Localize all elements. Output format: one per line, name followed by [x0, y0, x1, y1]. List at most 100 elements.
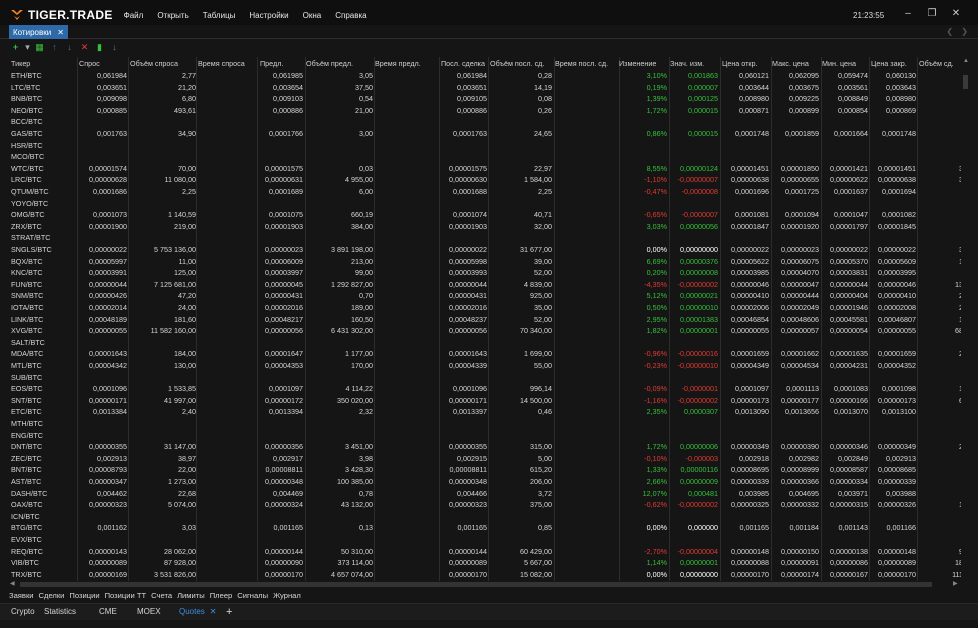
minimize-icon[interactable]: –: [903, 9, 913, 19]
chevron-left-icon[interactable]: ❮: [946, 27, 953, 36]
column-header[interactable]: Время посл. сд.: [555, 57, 617, 70]
tab-scroll-arrows[interactable]: ❮ ❯: [946, 27, 968, 36]
table-row[interactable]: ETC/BTC 0,0013384 2,40 0,0013394 2,32 0,00133…: [9, 406, 970, 418]
sort-icon[interactable]: ↓: [108, 42, 121, 53]
table-row[interactable]: SALT/BTC: [9, 337, 970, 349]
scroll-right-icon[interactable]: ▶: [953, 580, 958, 587]
menu-item[interactable]: Таблицы: [203, 11, 236, 20]
table-row[interactable]: EVX/BTC: [9, 534, 970, 546]
add-icon[interactable]: +: [9, 42, 22, 53]
menu-item[interactable]: Настройки: [249, 11, 288, 20]
grid-add-icon[interactable]: ▦: [33, 42, 46, 53]
menu-item[interactable]: Файл: [124, 11, 144, 20]
table-row[interactable]: OMG/BTC 0,0001073 1 140,59 0,0001075 660,19 0…: [9, 209, 970, 221]
table-row[interactable]: FUN/BTC 0,00000044 7 125 681,00 0,00000045 1…: [9, 279, 970, 291]
workspace-tab-statistics[interactable]: Statistics: [41, 604, 79, 621]
table-row[interactable]: OAX/BTC 0,00000323 5 074,00 0,00000324 43 13…: [9, 499, 970, 511]
table-row[interactable]: SUB/BTC: [9, 372, 970, 384]
table-row[interactable]: BCC/BTC: [9, 116, 970, 128]
horizontal-scrollbar[interactable]: ◀ ▶: [9, 581, 961, 588]
horizontal-scroll-thumb[interactable]: [20, 582, 932, 587]
column-header[interactable]: Изменение: [619, 57, 667, 70]
table-row[interactable]: XVG/BTC 0,00000055 11 582 160,00 0,00000056…: [9, 325, 970, 337]
table-row[interactable]: QTUM/BTC 0,0001686 2,25 0,0001689 6,00 0,0001…: [9, 186, 970, 198]
column-header[interactable]: Цена откр.: [722, 57, 769, 70]
table-row[interactable]: SNM/BTC 0,00000426 47,20 0,00000431 0,70 0,00…: [9, 290, 970, 302]
scroll-up-icon[interactable]: ▲: [963, 58, 969, 64]
column-header[interactable]: Мин. цена: [822, 57, 868, 70]
column-header[interactable]: Цена закр.: [871, 57, 916, 70]
vertical-scrollbar[interactable]: ▲: [961, 57, 970, 581]
table-row[interactable]: MCO/BTC: [9, 151, 970, 163]
column-header[interactable]: Объём предл.: [306, 57, 373, 70]
table-row[interactable]: BNT/BTC 0,00008793 22,00 0,00008811 3 428,30…: [9, 464, 970, 476]
table-row[interactable]: TRX/BTC 0,00000169 3 531 826,00 0,00000170 4…: [9, 569, 970, 581]
column-header[interactable]: Спрос: [79, 57, 127, 70]
menu-item[interactable]: Окна: [303, 11, 322, 20]
table-row[interactable]: ZRX/BTC 0,00001900 219,00 0,00001903 384,00 0…: [9, 221, 970, 233]
menu-item[interactable]: Справка: [335, 11, 366, 20]
table-row[interactable]: BTG/BTC 0,001162 3,03 0,001165 0,13 0,001165 0…: [9, 522, 970, 534]
column-header[interactable]: Макс. цена: [772, 57, 819, 70]
table-row[interactable]: GAS/BTC 0,001763 34,90 0,0001766 3,00 0,00017…: [9, 128, 970, 140]
table-row[interactable]: DNT/BTC 0,00000355 31 147,00 0,00000356 3 45…: [9, 441, 970, 453]
panel-tab[interactable]: Позиции: [69, 590, 99, 602]
table-row[interactable]: BNB/BTC 0,009098 6,80 0,009103 0,54 0,009105 0…: [9, 93, 970, 105]
column-header[interactable]: Посл. сделка: [441, 57, 487, 70]
table-row[interactable]: HSR/BTC: [9, 140, 970, 152]
panel-tab[interactable]: Плеер: [210, 590, 233, 602]
table-row[interactable]: EOS/BTC 0,0001096 1 533,85 0,0001097 4 114,2…: [9, 383, 970, 395]
table-row[interactable]: SNT/BTC 0,00000171 41 997,00 0,00000172 350 …: [9, 395, 970, 407]
table-row[interactable]: SNGLS/BTC 0,00000022 5 753 136,00 0,0000002…: [9, 244, 970, 256]
table-row[interactable]: MDA/BTC 0,00001643 184,00 0,00001647 1 177,0…: [9, 348, 970, 360]
delete-icon[interactable]: ▮: [93, 42, 106, 53]
column-header[interactable]: Знач. изм.: [670, 57, 718, 70]
column-header[interactable]: Объём сд.: [919, 57, 963, 70]
table-row[interactable]: LRC/BTC 0,00000628 11 080,00 0,00000631 4 95…: [9, 174, 970, 186]
menu-item[interactable]: Открыть: [157, 11, 188, 20]
table-row[interactable]: MTH/BTC: [9, 418, 970, 430]
add-workspace-icon[interactable]: +: [226, 604, 232, 620]
panel-tab[interactable]: Лимиты: [177, 590, 205, 602]
table-row[interactable]: IOTA/BTC 0,00002014 24,00 0,00002016 189,00 0…: [9, 302, 970, 314]
table-row[interactable]: KNC/BTC 0,00003991 125,00 0,00003997 99,00 0,…: [9, 267, 970, 279]
remove-icon[interactable]: ✕: [78, 42, 91, 53]
panel-tab[interactable]: Позиции ТТ: [105, 590, 147, 602]
column-header[interactable]: Тикер: [11, 57, 79, 70]
panel-tab[interactable]: Заявки: [9, 590, 34, 602]
panel-tab[interactable]: Счета: [151, 590, 172, 602]
column-header[interactable]: Объём спроса: [130, 57, 196, 70]
tab-quotes[interactable]: Котировки ✕: [9, 25, 68, 39]
vertical-scroll-thumb[interactable]: [963, 75, 968, 89]
table-row[interactable]: MTL/BTC 0,00004342 130,00 0,00004353 170,00 0…: [9, 360, 970, 372]
column-header[interactable]: Объём посл. сд.: [490, 57, 552, 70]
panel-tab[interactable]: Журнал: [273, 590, 301, 602]
move-down-icon[interactable]: ↓: [63, 42, 76, 53]
table-row[interactable]: VIB/BTC 0,00000089 87 928,00 0,00000090 373 …: [9, 557, 970, 569]
panel-tab[interactable]: Сигналы: [237, 590, 268, 602]
table-row[interactable]: LINK/BTC 0,00048189 181,60 0,00048217 160,50…: [9, 314, 970, 326]
panel-tab[interactable]: Сделки: [39, 590, 65, 602]
workspace-tab-crypto[interactable]: Crypto: [8, 604, 38, 621]
workspace-tab-moex[interactable]: MOEX: [134, 604, 164, 621]
table-row[interactable]: ICN/BTC: [9, 511, 970, 523]
workspace-tab-quotes[interactable]: Quotes ✕: [176, 604, 220, 621]
table-row[interactable]: ENG/BTC: [9, 430, 970, 442]
chevron-right-icon[interactable]: ❯: [961, 27, 968, 36]
table-row[interactable]: YOYO/BTC: [9, 198, 970, 210]
table-row[interactable]: ETH/BTC 0,061984 2,77 0,061985 3,05 0,061984 0…: [9, 70, 970, 82]
table-row[interactable]: ZEC/BTC 0,002913 38,97 0,002917 3,98 0,002915…: [9, 453, 970, 465]
scroll-left-icon[interactable]: ◀: [10, 580, 15, 587]
column-header[interactable]: Время предл.: [375, 57, 438, 70]
table-row[interactable]: STRAT/BTC: [9, 232, 970, 244]
column-header[interactable]: Время спроса: [198, 57, 258, 70]
table-row[interactable]: WTC/BTC 0,00001574 70,00 0,00001575 0,03 0,00…: [9, 163, 970, 175]
column-header[interactable]: Предл.: [260, 57, 303, 70]
close-workspace-icon[interactable]: ✕: [210, 607, 217, 616]
move-up-icon[interactable]: ↑: [48, 42, 61, 53]
table-row[interactable]: BQX/BTC 0,00005997 11,00 0,00006009 213,00 0,…: [9, 256, 970, 268]
dropdown-icon[interactable]: ▾: [24, 42, 31, 53]
table-row[interactable]: LTC/BTC 0,003651 21,20 0,003654 37,50 0,00365…: [9, 82, 970, 94]
table-row[interactable]: DASH/BTC 0,004462 22,68 0,004469 0,78 0,00446…: [9, 488, 970, 500]
restore-icon[interactable]: ❐: [927, 9, 937, 19]
